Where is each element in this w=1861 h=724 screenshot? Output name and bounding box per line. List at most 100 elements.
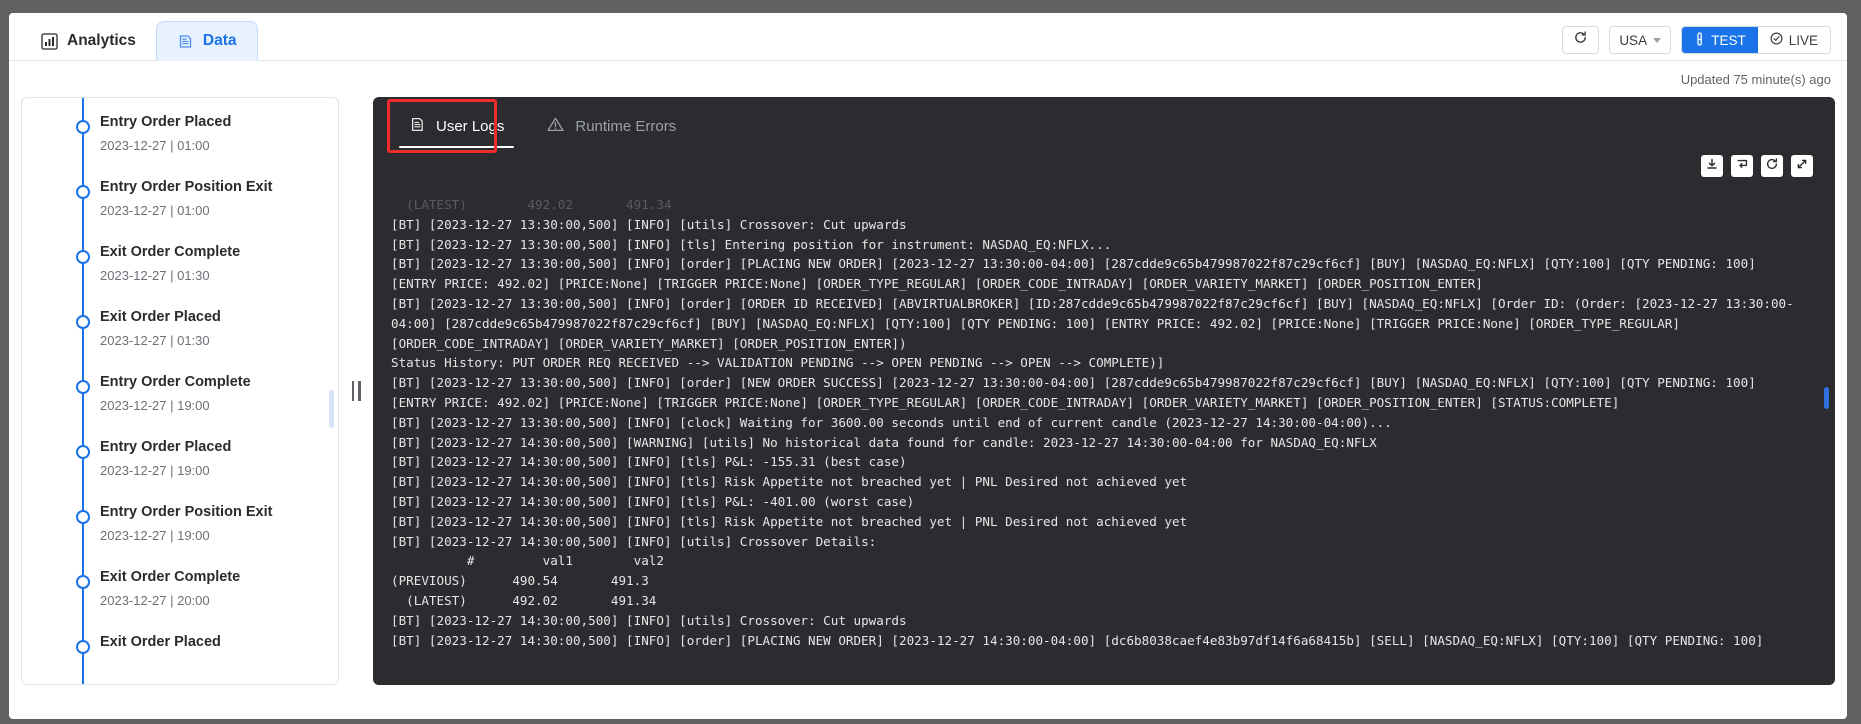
log-line: [BT] [2023-12-27 14:30:00,500] [INFO] [t… — [391, 493, 915, 509]
log-line: # val1 val2 — [391, 553, 664, 569]
log-line: Status History: PUT ORDER REQ RECEIVED -… — [391, 355, 1165, 371]
timeline-event-title: Entry Order Placed — [100, 114, 232, 130]
log-output[interactable]: (LATEST) 492.02 491.34 [BT] [2023-12-27 1… — [373, 195, 1835, 673]
tab-analytics-label: Analytics — [67, 32, 136, 49]
content-split: Entry Order Placed 2023-12-27 | 01:00 Entr… — [9, 87, 1847, 711]
updated-timestamp: Updated 75 minute(s) ago — [1680, 72, 1831, 87]
log-panel: User Logs Runtime Errors (LATEST) 492.02… — [373, 97, 1835, 685]
log-line: [BT] [2023-12-27 14:30:00,500] [INFO] [u… — [391, 533, 877, 549]
region-select[interactable]: USA — [1609, 26, 1672, 54]
chevron-down-icon — [1653, 37, 1662, 43]
region-label: USA — [1619, 32, 1648, 48]
log-tab-user-logs-label: User Logs — [436, 117, 505, 135]
tab-data-label: Data — [202, 32, 237, 49]
mode-live-label: LIVE — [1788, 32, 1818, 48]
download-icon — [1705, 157, 1719, 176]
timeline-event[interactable]: Exit Order Complete 2023-12-27 | 20:00 — [22, 567, 338, 632]
mode-test-button[interactable]: TEST — [1682, 27, 1758, 53]
timeline-event-time: 2023-12-27 | 20:00 — [100, 593, 210, 609]
bar-chart-icon — [41, 32, 58, 50]
timeline-event[interactable]: Entry Order Complete 2023-12-27 | 19:00 — [22, 372, 338, 437]
log-toolbar — [1701, 155, 1813, 177]
app-window: Analytics Data USA TEST LIVE Updated 75 … — [9, 13, 1847, 719]
timeline-event-time: 2023-12-27 | 01:00 — [100, 138, 210, 154]
mode-test-label: TEST — [1711, 32, 1746, 48]
timeline-event-dot-icon — [76, 185, 90, 199]
timeline-event-time: 2023-12-27 | 01:30 — [100, 268, 210, 284]
refresh-icon — [1573, 30, 1588, 50]
timeline-panel: Entry Order Placed 2023-12-27 | 01:00 Entr… — [21, 97, 339, 685]
log-line: [BT] [2023-12-27 14:30:00,500] [INFO] [t… — [391, 513, 1188, 529]
log-line: (LATEST) 492.02 491.34 — [391, 592, 657, 608]
log-line: [BT] [2023-12-27 14:30:00,500] [INFO] [o… — [391, 632, 1764, 648]
timeline-event-dot-icon — [76, 640, 90, 654]
log-line: [BT] [2023-12-27 13:30:00,500] [INFO] [t… — [391, 236, 1112, 252]
mode-toggle-group: TEST LIVE — [1681, 26, 1831, 54]
mode-live-button[interactable]: LIVE — [1757, 27, 1830, 53]
timeline-event-dot-icon — [76, 315, 90, 329]
log-line: [BT] [2023-12-27 13:30:00,500] [INFO] [o… — [391, 295, 1794, 311]
timeline-event[interactable]: Exit Order Placed 2023-12-27 | 01:30 — [22, 307, 338, 372]
timeline-event-title: Entry Order Complete — [100, 374, 251, 390]
log-scrollbar[interactable] — [1824, 387, 1829, 409]
log-tab-runtime-errors-label: Runtime Errors — [575, 117, 677, 135]
log-line: [BT] [2023-12-27 14:30:00,500] [WARNING]… — [391, 434, 1377, 450]
timeline-event-title: Entry Order Position Exit — [100, 504, 273, 520]
log-line: [BT] [2023-12-27 13:30:00,500] [INFO] [o… — [391, 375, 1756, 391]
refresh-button[interactable] — [1562, 26, 1600, 54]
timeline-event-title: Exit Order Placed — [100, 634, 221, 650]
timeline-event-time: 2023-12-27 | 19:00 — [100, 398, 210, 414]
log-line: [BT] [2023-12-27 13:30:00,500] [INFO] [u… — [391, 216, 907, 232]
tab-data[interactable]: Data — [155, 21, 258, 61]
download-button[interactable] — [1701, 155, 1723, 177]
log-line: [BT] [2023-12-27 14:30:00,500] [INFO] [t… — [391, 454, 907, 470]
timeline-event-title: Exit Order Placed — [100, 309, 221, 325]
test-tube-icon — [1694, 31, 1705, 49]
log-line: [BT] [2023-12-27 14:30:00,500] [INFO] [t… — [391, 474, 1188, 490]
log-refresh-button[interactable] — [1761, 155, 1783, 177]
document-log-icon — [409, 116, 426, 137]
timeline-event-dot-icon — [76, 575, 90, 589]
timeline-event-dot-icon — [76, 120, 90, 134]
timeline-event-title: Entry Order Placed — [100, 439, 232, 455]
warning-triangle-icon — [546, 116, 565, 137]
timeline-event-dot-icon — [76, 250, 90, 264]
timeline-event-dot-icon — [76, 380, 90, 394]
expand-button[interactable] — [1791, 155, 1813, 177]
timeline-event[interactable]: Entry Order Placed 2023-12-27 | 19:00 — [22, 437, 338, 502]
timeline-event-time: 2023-12-27 | 19:00 — [100, 463, 210, 479]
log-tab-user-logs[interactable]: User Logs — [391, 104, 522, 148]
panel-resize-handle[interactable] — [339, 97, 373, 685]
wrap-text-icon — [1735, 157, 1749, 176]
refresh-icon — [1765, 157, 1779, 176]
log-line: (LATEST) 492.02 491.34 — [391, 197, 672, 212]
main-tabbar: Analytics Data USA TEST LIVE — [9, 13, 1847, 61]
log-tab-runtime-errors[interactable]: Runtime Errors — [528, 104, 694, 148]
wrap-text-button[interactable] — [1731, 155, 1753, 177]
timeline-event[interactable]: Entry Order Position Exit 2023-12-27 | 19… — [22, 502, 338, 567]
log-line: 04:00] [287cdde9c65b479987022f87c29cf6cf… — [391, 315, 1680, 331]
timeline-scrollbar[interactable] — [329, 390, 334, 428]
check-circle-icon — [1770, 32, 1783, 48]
timeline-event-dot-icon — [76, 445, 90, 459]
timeline-event[interactable]: Exit Order Complete 2023-12-27 | 01:30 — [22, 242, 338, 307]
expand-icon — [1795, 157, 1809, 176]
timeline-event-title: Entry Order Position Exit — [100, 179, 273, 195]
timeline-event[interactable]: Exit Order Placed — [22, 632, 338, 684]
timeline-list: Entry Order Placed 2023-12-27 | 01:00 Entr… — [22, 98, 338, 684]
log-line: [ENTRY PRICE: 492.02] [PRICE:None] [TRIG… — [391, 394, 1620, 410]
timeline-event-time: 2023-12-27 | 01:00 — [100, 203, 210, 219]
timeline-event-time: 2023-12-27 | 01:30 — [100, 333, 210, 349]
timeline-event[interactable]: Entry Order Placed 2023-12-27 | 01:00 — [22, 112, 338, 177]
timeline-event-dot-icon — [76, 510, 90, 524]
log-line: [ORDER_CODE_INTRADAY] [ORDER_VARIETY_MAR… — [391, 335, 907, 351]
timeline-event-time: 2023-12-27 | 19:00 — [100, 528, 210, 544]
top-right-controls: USA TEST LIVE — [1562, 26, 1831, 54]
timeline-event-title: Exit Order Complete — [100, 244, 241, 260]
timeline-event[interactable]: Entry Order Position Exit 2023-12-27 | 01… — [22, 177, 338, 242]
log-line: (PREVIOUS) 490.54 491.3 — [391, 573, 649, 589]
tab-analytics[interactable]: Analytics — [21, 21, 156, 61]
drag-grip-icon — [350, 381, 363, 401]
log-tabbar: User Logs Runtime Errors — [373, 97, 1835, 155]
timeline-event-title: Exit Order Complete — [100, 569, 241, 585]
